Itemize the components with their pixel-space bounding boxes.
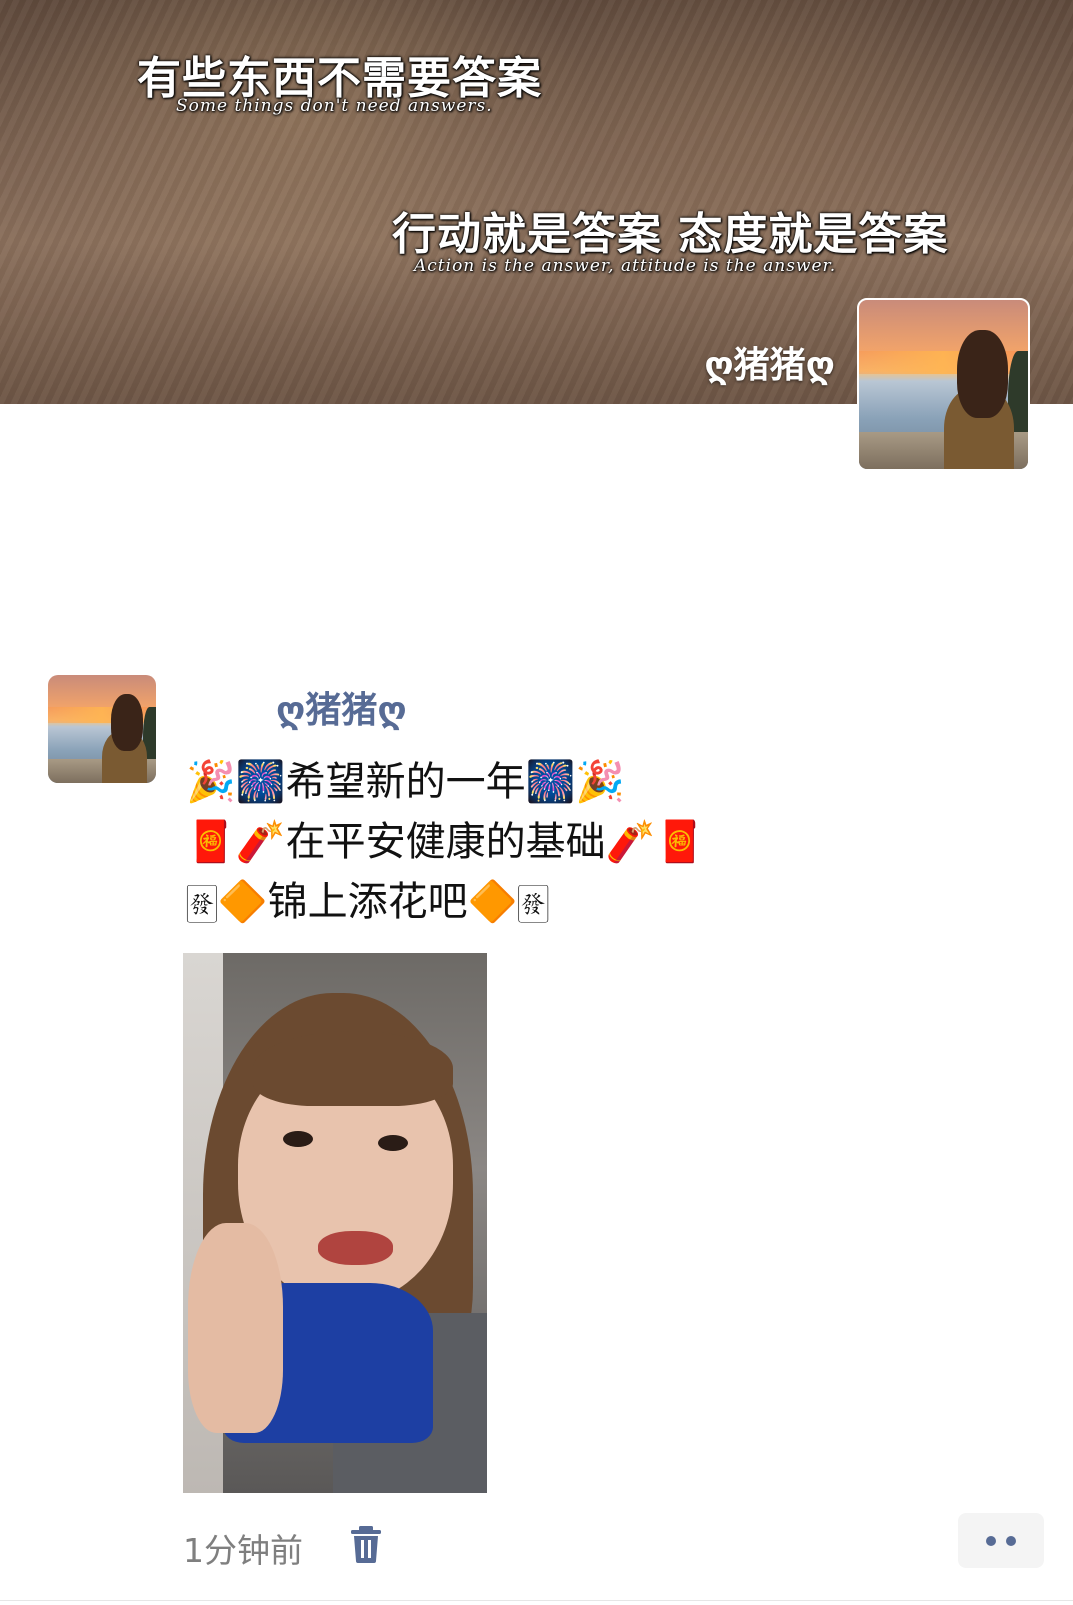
delete-button[interactable] <box>348 1524 384 1564</box>
cover-quote-line2: 行动就是答案 态度就是答案 <box>392 209 949 260</box>
post-photo[interactable] <box>183 953 487 1493</box>
photo-fringe <box>253 1031 453 1106</box>
divider <box>0 1600 1073 1601</box>
more-actions-button[interactable] <box>958 1513 1044 1568</box>
post-text-line: 🎉🎆希望新的一年🎆🎉 <box>186 759 626 805</box>
photo-hand <box>188 1223 283 1433</box>
cover-username[interactable]: ღ猪猪ღ <box>704 336 835 388</box>
photo-lips <box>318 1231 393 1265</box>
cover-quote-line1-en: Some things don't need answers. <box>176 96 493 116</box>
post-text-line: 🀅🔶锦上添花吧🔶🀅 <box>186 879 550 925</box>
post-author-name[interactable]: ღ猪猪ღ <box>276 681 407 733</box>
post-text: 🎉🎆希望新的一年🎆🎉 🧧🧨在平安健康的基础🧨🧧 🀅🔶锦上添花吧🔶🀅 <box>186 752 1026 932</box>
photo-eye <box>283 1131 313 1147</box>
avatar-person-hair <box>957 330 1008 419</box>
more-dots-icon <box>986 1536 996 1546</box>
profile-avatar[interactable] <box>857 298 1030 471</box>
more-dots-icon <box>1006 1536 1016 1546</box>
cover-quote-line2-en: Action is the answer, attitude is the an… <box>414 256 837 276</box>
avatar-person-hair <box>110 694 144 751</box>
post-text-line: 🧧🧨在平安健康的基础🧨🧧 <box>186 819 706 865</box>
trash-icon <box>351 1526 381 1563</box>
post-timestamp: 1分钟前 <box>183 1531 303 1570</box>
photo-eye <box>378 1135 408 1151</box>
post-author-avatar[interactable] <box>48 675 156 783</box>
